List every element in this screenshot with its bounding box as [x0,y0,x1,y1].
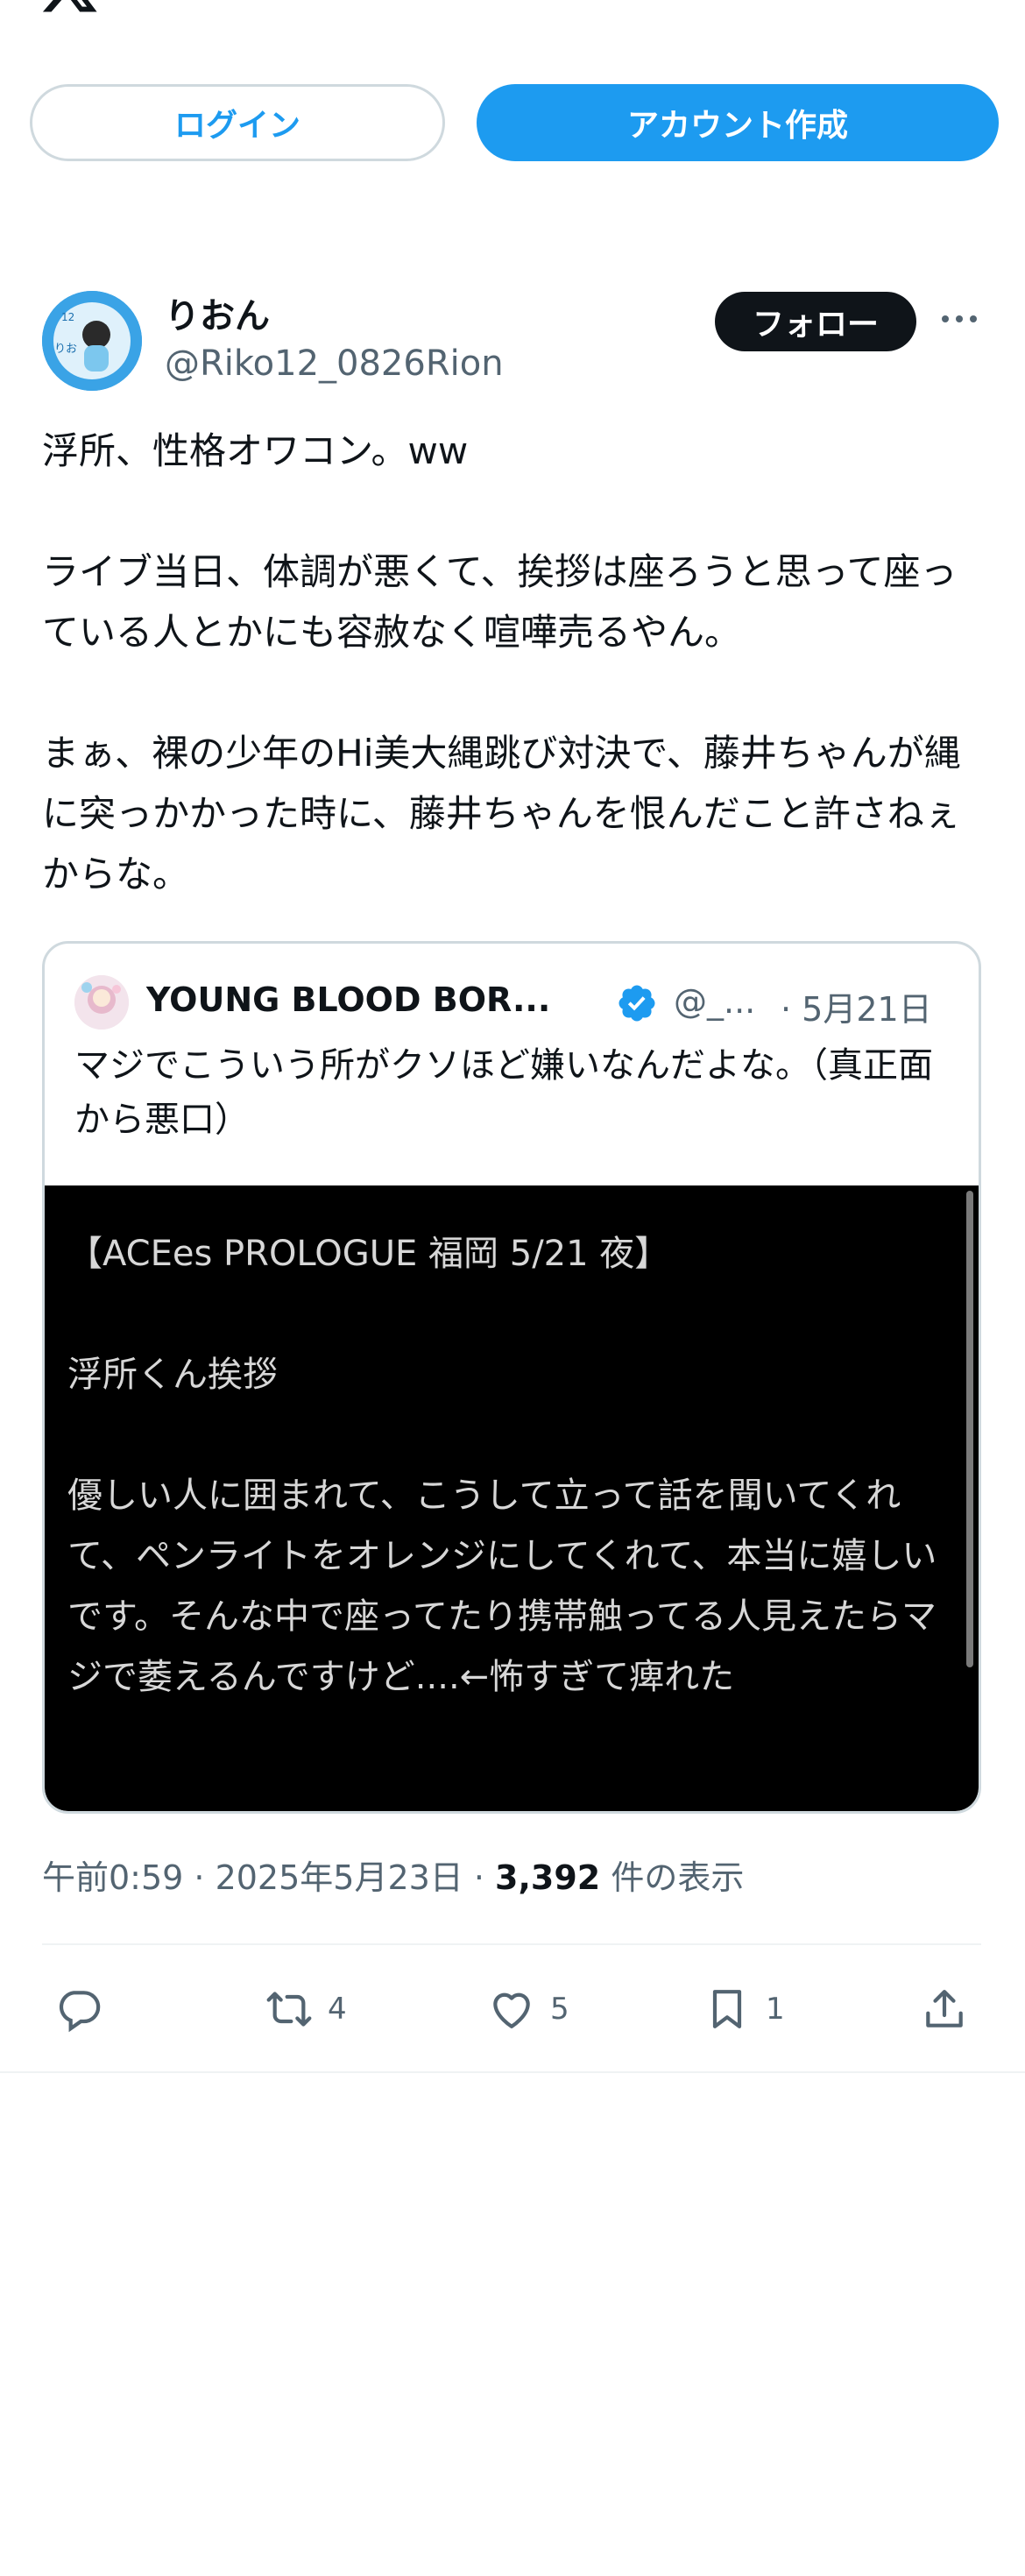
quoted-date: · 5月21日 [781,990,932,1029]
quoted-tweet[interactable]: YOUNG BLOOD BOR... @_... · 5月21日 マジでこういう… [42,941,981,1814]
login-button[interactable]: ログイン [30,84,445,161]
tweet-timestamp[interactable]: 午前0:59 · 2025年5月23日 · [42,1858,495,1897]
create-account-button[interactable]: アカウント作成 [477,84,999,161]
verified-badge-icon [616,982,658,1024]
divider-bottom [0,2071,1025,2073]
divider [42,1943,981,1945]
bookmark-icon [712,1990,742,2028]
bookmark-count: 1 [766,1992,785,2027]
like-count: 5 [550,1992,569,2027]
image-scrollbar [966,1191,973,1667]
views-label: 件の表示 [600,1858,745,1897]
like-button[interactable]: 5 [487,1978,569,2040]
quoted-avatar[interactable] [74,975,129,1030]
quoted-image[interactable]: 【ACEes PROLOGUE 福岡 5/21 夜】 浮所くん挨拶 優しい人に囲… [45,1185,979,1811]
tweet-meta: 午前0:59 · 2025年5月23日 · 3,392 件の表示 [42,1851,744,1899]
quoted-display-name: YOUNG BLOOD BOR... [146,980,551,1019]
reply-button[interactable] [54,1978,117,2040]
tweet-text: 浮所、性格オワコン。ww ライブ当日、体調が悪くて、挨拶は座ろうと思って座ってい… [42,429,961,895]
svg-text:りお: りお [54,343,77,356]
user-handle[interactable]: @Riko12_0826Rion [165,343,504,384]
retweet-count: 4 [328,1992,347,2027]
share-button[interactable] [920,1978,969,2040]
quoted-handle: @_... [674,982,756,1021]
x-logo-icon[interactable] [39,0,100,18]
more-options-icon[interactable] [937,301,981,336]
views-count: 3,392 [495,1858,601,1897]
quoted-text: マジでこういう所がクソほど嫌いなんだよな。（真正面から悪口） [74,1045,933,1140]
retweet-icon [266,1992,312,2027]
retweet-button[interactable]: 4 [265,1978,347,2040]
svg-text:12: 12 [61,311,74,323]
bookmark-button[interactable]: 1 [703,1978,785,2040]
share-icon [926,1990,963,2028]
reply-icon [59,1991,101,2033]
heart-icon [493,1992,530,2028]
display-name[interactable]: りおん [165,287,270,338]
avatar[interactable]: 12 りお [42,291,142,391]
quoted-image-text: 【ACEes PROLOGUE 福岡 5/21 夜】 浮所くん挨拶 優しい人に囲… [67,1234,937,1697]
follow-button[interactable]: フォロー [715,292,916,351]
